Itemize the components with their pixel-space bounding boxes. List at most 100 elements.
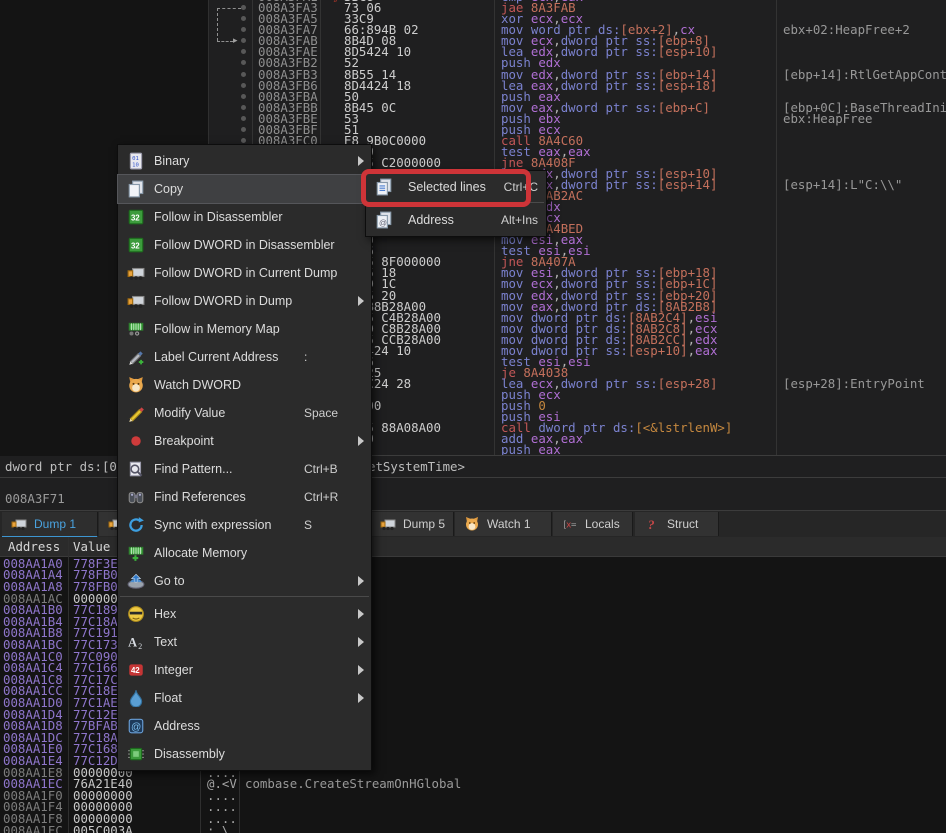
address-icon: @ (127, 717, 145, 735)
integer-icon: 42 (127, 661, 145, 679)
dump-row[interactable]: 008AA1FC005C003A:.\. (0, 825, 946, 833)
menu-item-shortcut: Space (304, 399, 338, 427)
submenu-arrow-icon (358, 637, 364, 647)
menu-item-follow-in-disassembler[interactable]: 32 Follow in Disassembler (118, 203, 371, 231)
menu-item-watch-dword[interactable]: Watch DWORD (118, 371, 371, 399)
menu-item-find-pattern[interactable]: Find Pattern... Ctrl+B (118, 455, 371, 483)
dump-row[interactable]: 008AA1F000000000.... (0, 790, 946, 802)
menu-item-modify-value[interactable]: Modify Value Space (118, 399, 371, 427)
menu-item-label: Follow in Memory Map (154, 315, 280, 343)
alloc-icon (127, 544, 145, 562)
menu-item-label: Find References (154, 483, 246, 511)
menu-item-label: Disassembly (154, 740, 225, 768)
menu-item-label-current-address[interactable]: Label Current Address: (118, 343, 371, 371)
menu-item-follow-dword-in-disassembler[interactable]: 32 Follow DWORD in Disassembler (118, 231, 371, 259)
menu-item-label: Watch DWORD (154, 371, 241, 399)
menu-item-copy[interactable]: Copy (118, 175, 371, 203)
dump-row[interactable]: 008AA1F800000000.... (0, 813, 946, 825)
svg-text:32: 32 (131, 241, 140, 250)
menu-item-allocate-memory[interactable]: Allocate Memory (118, 539, 371, 567)
submenu-arrow-icon (358, 436, 364, 446)
dump-row[interactable]: 008AA1EC76A21E40@.<Vcombase.CreateStream… (0, 778, 946, 790)
menu-item-shortcut: Alt+Ins (501, 206, 538, 234)
menu-item-shortcut: Ctrl+B (304, 455, 338, 483)
svg-text:42: 42 (131, 666, 140, 675)
menu-item-label: Follow DWORD in Disassembler (154, 231, 335, 259)
menu-item-find-references[interactable]: Find References Ctrl+R (118, 483, 371, 511)
menu-item-shortcut: : (304, 343, 307, 371)
menu-item-label: Follow DWORD in Dump (154, 287, 292, 315)
menu-item-address[interactable]: @AddressAlt+Ins (366, 206, 546, 234)
chip32-icon: 32 (127, 208, 145, 226)
menu-item-label: Sync with expression (154, 511, 271, 539)
float-icon (127, 689, 145, 707)
menu-item-breakpoint[interactable]: Breakpoint (118, 427, 371, 455)
copy-lines-icon (375, 178, 393, 196)
menu-item-label: Float (154, 684, 182, 712)
menu-item-label: Address (154, 712, 200, 740)
svg-text:@: @ (379, 219, 387, 228)
menu-item-label: Integer (154, 656, 193, 684)
menu-item-hex[interactable]: Hex (118, 600, 371, 628)
submenu-arrow-icon (358, 156, 364, 166)
menu-item-integer[interactable]: 42 Integer (118, 656, 371, 684)
svg-text:01: 01 (132, 156, 139, 162)
menu-item-selected-lines[interactable]: Selected lines Ctrl+C (366, 173, 546, 201)
svg-text:32: 32 (131, 213, 140, 222)
submenu-arrow-icon (358, 665, 364, 675)
cat-icon (127, 376, 145, 394)
hex-icon (127, 605, 145, 623)
menu-item-label: Follow in Disassembler (154, 203, 283, 231)
disasm-icon (127, 745, 145, 763)
svg-text:A: A (128, 636, 137, 650)
dump-row[interactable]: 008AA1F400000000.... (0, 801, 946, 813)
menu-item-shortcut: Ctrl+C (504, 173, 538, 201)
menu-item-float[interactable]: Float (118, 684, 371, 712)
svg-text:@: @ (131, 722, 141, 733)
submenu-arrow-icon (358, 296, 364, 306)
chip32-icon: 32 (127, 236, 145, 254)
sync-icon (127, 516, 145, 534)
menu-item-label: Go to (154, 567, 185, 595)
menu-item-disassembly[interactable]: Disassembly (118, 740, 371, 768)
menu-item-shortcut: S (304, 511, 312, 539)
dump-address: 008AA1FC (3, 825, 63, 833)
menu-item-label: Copy (154, 175, 183, 203)
menu-item-label: Follow DWORD in Current Dump (154, 259, 337, 287)
menu-item-address[interactable]: @ Address (118, 712, 371, 740)
text-icon: A2 (127, 633, 145, 651)
menu-item-binary[interactable]: 0110 Binary (118, 147, 371, 175)
svg-text:2: 2 (138, 642, 142, 651)
binary-icon: 0110 (127, 152, 145, 170)
label-icon (127, 348, 145, 366)
copy-icon (127, 180, 145, 198)
menu-item-go-to[interactable]: Go to (118, 567, 371, 595)
menu-item-text[interactable]: A2Text (118, 628, 371, 656)
menu-item-label: Modify Value (154, 399, 225, 427)
submenu-arrow-icon (358, 576, 364, 586)
goto-icon (127, 572, 145, 590)
menu-item-label: Breakpoint (154, 427, 214, 455)
submenu-arrow-icon (358, 609, 364, 619)
menu-item-shortcut: Ctrl+R (304, 483, 338, 511)
copy-submenu: Selected lines Ctrl+C @AddressAlt+Ins (365, 170, 547, 237)
breakpoint-icon (127, 432, 145, 450)
truck-icon (127, 264, 145, 282)
menu-item-label: Allocate Memory (154, 539, 247, 567)
submenu-arrow-icon (358, 693, 364, 703)
menu-item-sync-with-expression[interactable]: Sync with expression S (118, 511, 371, 539)
copy-address-icon: @ (375, 211, 393, 229)
menu-item-label: Binary (154, 147, 189, 175)
menu-item-follow-dword-in-current-dump[interactable]: Follow DWORD in Current Dump (118, 259, 371, 287)
menu-item-follow-in-memory-map[interactable]: Follow in Memory Map (118, 315, 371, 343)
menu-item-label: Selected lines (408, 173, 486, 201)
x64dbg-window: ▸ 008A3FA13BC8cmp ecx,eax008A3FA3˝73 06j… (0, 0, 946, 833)
dump-ascii: :.\. (207, 825, 237, 833)
svg-text:10: 10 (132, 163, 139, 169)
menu-item-follow-dword-in-dump[interactable]: Follow DWORD in Dump (118, 287, 371, 315)
menu-item-label: Label Current Address (154, 343, 278, 371)
find-references-icon (127, 488, 145, 506)
menu-item-label: Hex (154, 600, 176, 628)
menu-item-label: Find Pattern... (154, 455, 233, 483)
truck-icon (127, 292, 145, 310)
